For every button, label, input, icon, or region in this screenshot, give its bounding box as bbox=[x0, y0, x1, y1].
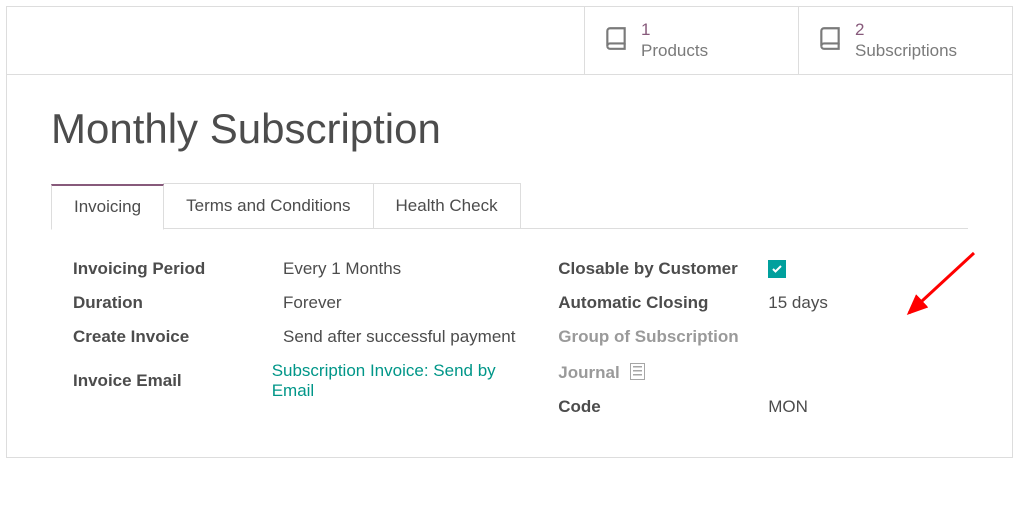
invoicing-period-value: Every 1 Months bbox=[283, 259, 401, 279]
closable-checkbox[interactable] bbox=[768, 260, 786, 278]
duration-label: Duration bbox=[73, 293, 283, 313]
auto-closing-row: Automatic Closing 15 days bbox=[558, 293, 968, 313]
create-invoice-label: Create Invoice bbox=[73, 327, 283, 347]
tab-health-check[interactable]: Health Check bbox=[373, 183, 521, 229]
auto-closing-unit: days bbox=[792, 293, 828, 312]
products-label: Products bbox=[641, 41, 708, 61]
group-label: Group of Subscription bbox=[558, 327, 768, 347]
invoicing-period-number: 1 bbox=[331, 259, 340, 278]
auto-closing-number: 15 bbox=[768, 293, 787, 312]
products-stat-button[interactable]: 1 Products bbox=[584, 7, 798, 74]
book-icon bbox=[817, 25, 843, 56]
invoice-email-label: Invoice Email bbox=[73, 371, 272, 391]
auto-closing-value: 15 days bbox=[768, 293, 828, 313]
create-invoice-value: Send after successful payment bbox=[283, 327, 515, 347]
invoice-email-row: Invoice Email Subscription Invoice: Send… bbox=[73, 361, 528, 401]
invoicing-period-unit: Months bbox=[345, 259, 401, 278]
subscriptions-stat-button[interactable]: 2 Subscriptions bbox=[798, 7, 1012, 74]
tabs: Invoicing Terms and Conditions Health Ch… bbox=[51, 183, 968, 229]
invoicing-period-label: Invoicing Period bbox=[73, 259, 283, 279]
invoicing-period-prefix: Every bbox=[283, 259, 326, 278]
building-icon bbox=[630, 363, 645, 380]
stat-bar: 1 Products 2 Subscriptions bbox=[7, 7, 1012, 75]
form-content: Monthly Subscription Invoicing Terms and… bbox=[7, 75, 1012, 457]
stat-bar-spacer bbox=[7, 7, 584, 74]
journal-label-text: Journal bbox=[558, 363, 619, 382]
group-row: Group of Subscription bbox=[558, 327, 968, 347]
products-count: 1 bbox=[641, 20, 708, 40]
duration-value: Forever bbox=[283, 293, 342, 313]
create-invoice-row: Create Invoice Send after successful pay… bbox=[73, 327, 528, 347]
auto-closing-label: Automatic Closing bbox=[558, 293, 768, 313]
journal-row: Journal bbox=[558, 361, 968, 383]
tab-invoicing[interactable]: Invoicing bbox=[51, 184, 164, 230]
left-column: Invoicing Period Every 1 Months Duration… bbox=[51, 259, 528, 431]
invoice-email-link[interactable]: Subscription Invoice: Send by Email bbox=[272, 361, 529, 401]
duration-row: Duration Forever bbox=[73, 293, 528, 313]
closable-row: Closable by Customer bbox=[558, 259, 968, 279]
journal-label: Journal bbox=[558, 361, 768, 383]
code-label: Code bbox=[558, 397, 768, 417]
code-value: MON bbox=[768, 397, 808, 417]
tab-terms[interactable]: Terms and Conditions bbox=[163, 183, 373, 229]
subscriptions-label: Subscriptions bbox=[855, 41, 957, 61]
book-icon bbox=[603, 25, 629, 56]
form-columns: Invoicing Period Every 1 Months Duration… bbox=[51, 259, 968, 431]
invoicing-period-row: Invoicing Period Every 1 Months bbox=[73, 259, 528, 279]
closable-label: Closable by Customer bbox=[558, 259, 768, 279]
form-card: 1 Products 2 Subscriptions Monthly Subsc… bbox=[6, 6, 1013, 458]
right-column: Closable by Customer Automatic Closing 1… bbox=[558, 259, 968, 431]
code-row: Code MON bbox=[558, 397, 968, 417]
page-title: Monthly Subscription bbox=[51, 105, 968, 153]
subscriptions-count: 2 bbox=[855, 20, 957, 40]
